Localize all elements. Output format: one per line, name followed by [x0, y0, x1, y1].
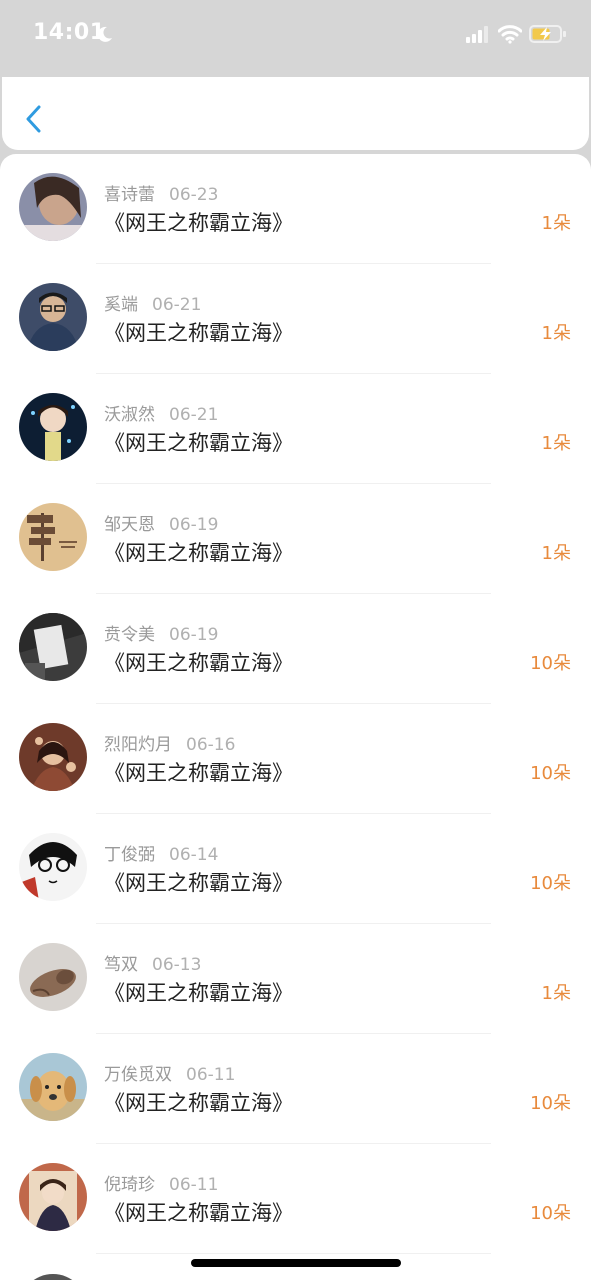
list-item[interactable]: 万俟觅双 06-11 《网王之称霸立海》 10朵 — [0, 1034, 591, 1144]
avatar — [19, 1163, 87, 1231]
user-name: 喜诗蕾 — [104, 185, 155, 205]
avatar — [19, 503, 87, 571]
list-item[interactable]: 喜诗蕾 06-23 《网王之称霸立海》 1朵 — [0, 154, 591, 264]
flower-count: 10朵 — [530, 873, 571, 894]
flower-count: 10朵 — [530, 763, 571, 784]
moon-icon — [97, 26, 112, 42]
reward-list: 喜诗蕾 06-23 《网王之称霸立海》 1朵 奚端 06-21 《网王之称霸立海》 … — [0, 154, 591, 1280]
back-button[interactable] — [18, 101, 48, 137]
list-item[interactable]: 邹天恩 06-19 《网王之称霸立海》 1朵 — [0, 484, 591, 594]
user-name: 贲令美 — [104, 625, 155, 645]
book-title: 《网王之称霸立海》 — [104, 211, 293, 235]
item-meta: 沃淑然 06-21 — [104, 400, 218, 425]
item-meta: 丁俊弼 06-14 — [104, 840, 218, 865]
flower-count: 1朵 — [541, 433, 571, 454]
book-title: 《网王之称霸立海》 — [104, 431, 293, 455]
chevron-left-icon — [26, 105, 41, 133]
list-item[interactable]: 丁俊弼 06-14 《网王之称霸立海》 10朵 — [0, 814, 591, 924]
signal-icon — [466, 26, 488, 43]
status-time: 14:01 — [33, 20, 106, 45]
book-title: 《网王之称霸立海》 — [104, 1201, 293, 1225]
book-title: 《网王之称霸立海》 — [104, 1091, 293, 1115]
avatar — [19, 613, 87, 681]
user-name: 倪琦珍 — [104, 1175, 155, 1195]
book-title: 《网王之称霸立海》 — [104, 871, 293, 895]
divider — [96, 1253, 491, 1254]
user-name: 奚端 — [104, 295, 138, 315]
item-date: 06-11 — [186, 1065, 236, 1085]
avatar — [19, 283, 87, 351]
home-indicator[interactable] — [191, 1259, 401, 1267]
item-meta: 喜诗蕾 06-23 — [104, 180, 218, 205]
avatar — [19, 173, 87, 241]
user-name: 笃双 — [104, 955, 138, 975]
flower-count: 1朵 — [541, 543, 571, 564]
list-item[interactable]: 贲令美 06-19 《网王之称霸立海》 10朵 — [0, 594, 591, 704]
book-title: 《网王之称霸立海》 — [104, 761, 293, 785]
item-date: 06-19 — [169, 625, 219, 645]
avatar — [19, 943, 87, 1011]
avatar — [19, 833, 87, 901]
book-title: 《网王之称霸立海》 — [104, 321, 293, 345]
item-date: 06-21 — [169, 405, 219, 425]
nav-bar — [2, 77, 589, 150]
item-date: 06-14 — [169, 845, 219, 865]
user-name: 烈阳灼月 — [104, 735, 172, 755]
item-meta: 倪琦珍 06-11 — [104, 1170, 218, 1195]
wifi-icon — [498, 25, 522, 44]
item-meta: 奚端 06-21 — [104, 290, 201, 315]
item-meta: 贲令美 06-19 — [104, 620, 218, 645]
item-date: 06-16 — [186, 735, 236, 755]
list-item[interactable]: 笃双 06-13 《网王之称霸立海》 1朵 — [0, 924, 591, 1034]
flower-count: 10朵 — [530, 653, 571, 674]
avatar — [19, 393, 87, 461]
flower-count: 1朵 — [541, 983, 571, 1004]
user-name: 沃淑然 — [104, 405, 155, 425]
book-title: 《网王之称霸立海》 — [104, 541, 293, 565]
user-name: 丁俊弼 — [104, 845, 155, 865]
item-date: 06-19 — [169, 515, 219, 535]
list-item[interactable]: 奚端 06-21 《网王之称霸立海》 1朵 — [0, 264, 591, 374]
avatar — [19, 723, 87, 791]
battery-charging-icon — [529, 25, 566, 43]
list-item[interactable]: 倪琦珍 06-11 《网王之称霸立海》 10朵 — [0, 1144, 591, 1254]
user-name: 邹天恩 — [104, 515, 155, 535]
item-meta: 邹天恩 06-19 — [104, 510, 218, 535]
flower-count: 10朵 — [530, 1093, 571, 1114]
user-name: 万俟觅双 — [104, 1065, 172, 1085]
flower-count: 1朵 — [541, 323, 571, 344]
item-meta: 笃双 06-13 — [104, 950, 201, 975]
item-meta: 烈阳灼月 06-16 — [104, 730, 235, 755]
book-title: 《网王之称霸立海》 — [104, 651, 293, 675]
list-item[interactable]: 烈阳灼月 06-16 《网王之称霸立海》 10朵 — [0, 704, 591, 814]
book-title: 《网王之称霸立海》 — [104, 981, 293, 1005]
flower-count: 1朵 — [541, 213, 571, 234]
avatar — [19, 1053, 87, 1121]
item-date: 06-11 — [169, 1175, 219, 1195]
item-date: 06-13 — [152, 955, 202, 975]
item-date: 06-23 — [169, 185, 219, 205]
status-bar: 14:01 — [0, 0, 591, 76]
item-date: 06-21 — [152, 295, 202, 315]
item-meta: 万俟觅双 06-11 — [104, 1060, 235, 1085]
flower-count: 10朵 — [530, 1203, 571, 1224]
avatar — [19, 1274, 87, 1280]
list-item[interactable]: 沃淑然 06-21 《网王之称霸立海》 1朵 — [0, 374, 591, 484]
